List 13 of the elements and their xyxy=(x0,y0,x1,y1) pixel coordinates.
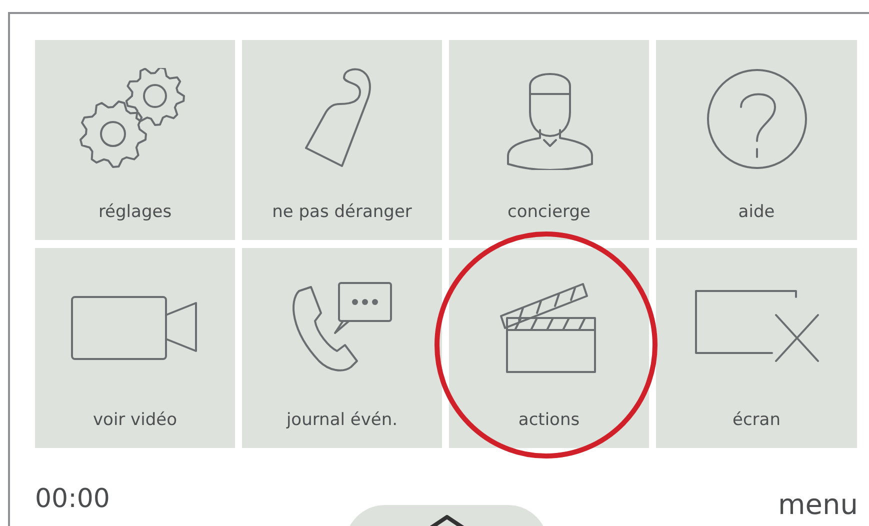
menu-tile[interactable]: concierge xyxy=(449,40,649,240)
time-display: 00:00 xyxy=(35,483,110,516)
menu-tile[interactable]: actions xyxy=(449,248,649,448)
help-icon xyxy=(704,67,808,171)
menu-tile[interactable]: ne pas déranger xyxy=(242,40,442,240)
video-camera-icon xyxy=(70,293,200,361)
menu-button[interactable]: menu xyxy=(778,491,858,519)
clapperboard-icon xyxy=(499,280,599,374)
menu-tile[interactable]: voir vidéo xyxy=(35,248,235,448)
menu-tile[interactable]: journal évén. xyxy=(242,248,442,448)
menu-tile[interactable]: écran xyxy=(656,248,857,448)
menu-tile[interactable]: réglages xyxy=(35,40,235,240)
menu-tile[interactable]: aide xyxy=(656,40,857,240)
